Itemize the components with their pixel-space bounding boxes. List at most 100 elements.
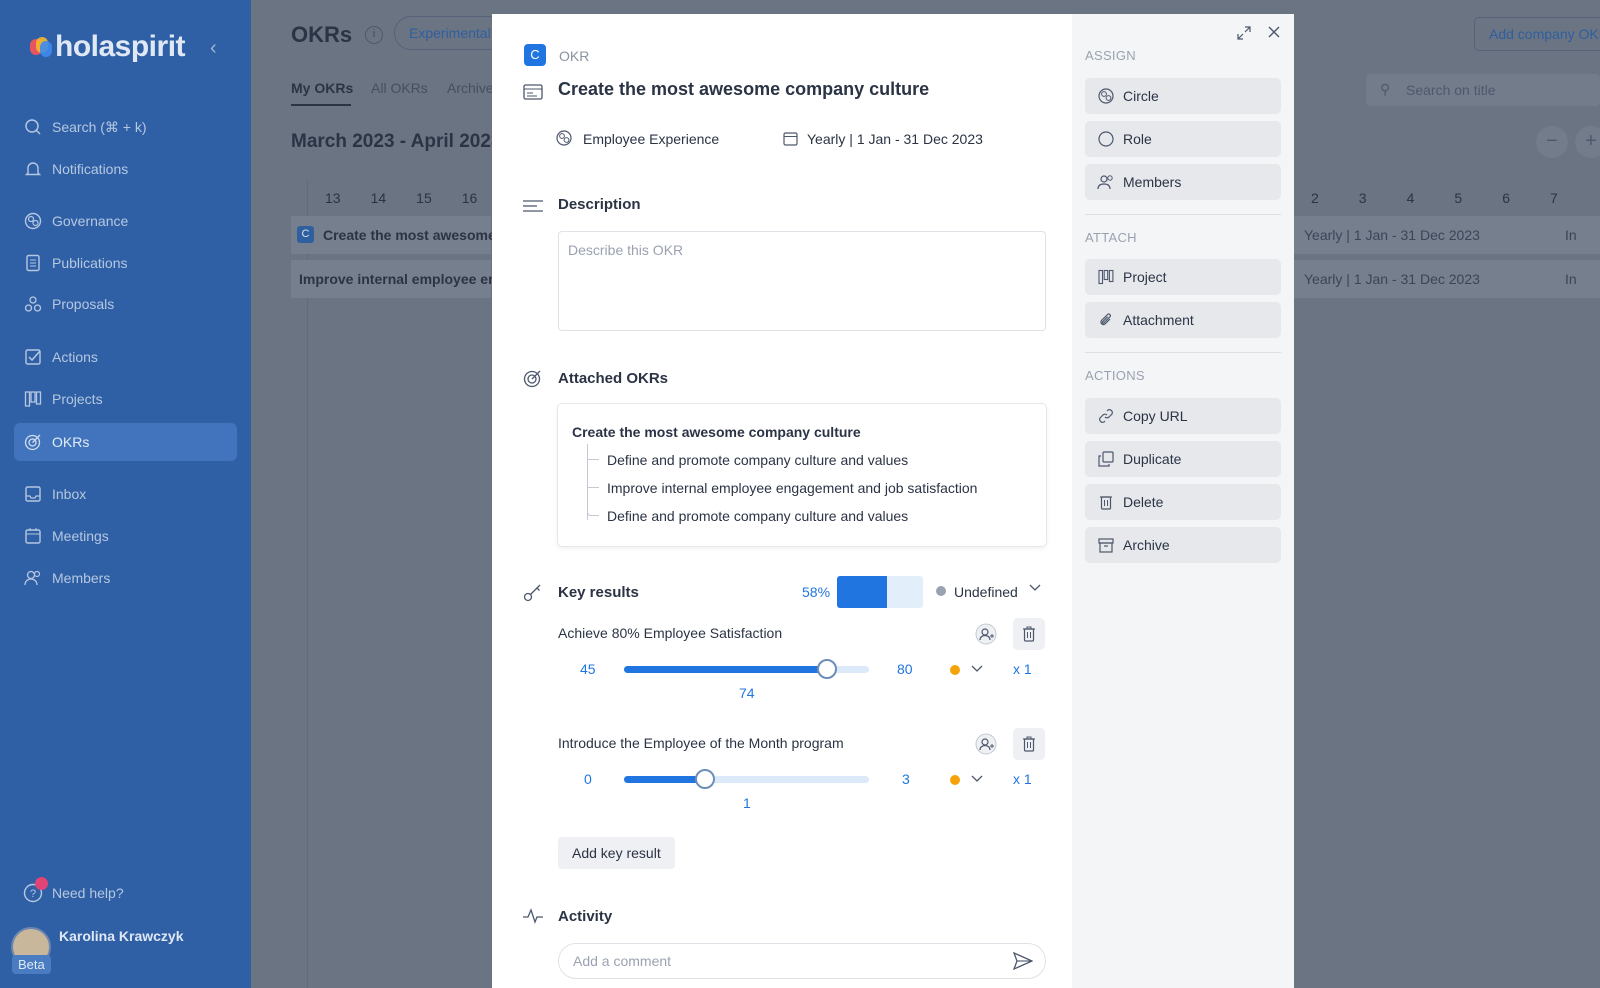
sidebar-item-actions[interactable]: Actions [14, 338, 237, 376]
button-label: Delete [1123, 494, 1164, 510]
kr-current-value[interactable]: 1 [743, 795, 751, 811]
sidebar-item-members[interactable]: Members [14, 559, 237, 597]
sidebar-item-okrs[interactable]: OKRs [14, 423, 237, 461]
sidebar-item-label: Actions [52, 349, 98, 365]
comment-input[interactable]: Add a comment [558, 943, 1046, 979]
chevron-down-icon[interactable] [970, 771, 984, 790]
tab-archive[interactable]: Archive [447, 80, 494, 96]
copy-url-button[interactable]: Copy URL [1085, 398, 1281, 434]
kr-start-value[interactable]: 0 [584, 771, 592, 787]
assign-role-button[interactable]: Role [1085, 121, 1281, 157]
trash-icon [1097, 493, 1115, 511]
assign-member-icon[interactable] [970, 728, 1002, 760]
button-label: Copy URL [1123, 408, 1188, 424]
sidebar-item-governance[interactable]: Governance [14, 202, 237, 240]
collapse-sidebar-icon[interactable]: ‹ [210, 37, 217, 60]
timeline-grid [307, 180, 497, 988]
add-key-result-button[interactable]: Add key result [558, 837, 675, 869]
close-icon[interactable] [1267, 25, 1281, 44]
archive-button[interactable]: Archive [1085, 527, 1281, 563]
kr-start-value[interactable]: 45 [580, 661, 596, 677]
sidebar-item-inbox[interactable]: Inbox [14, 475, 237, 513]
assign-members-button[interactable]: Members [1085, 164, 1281, 200]
activity-icon [521, 904, 545, 928]
button-label: Duplicate [1123, 451, 1182, 467]
kr-slider-knob[interactable] [694, 769, 715, 789]
tab-my-okrs[interactable]: My OKRs [291, 80, 353, 96]
members-icon [22, 567, 44, 589]
table-row[interactable]: Improve internal employee eng [291, 260, 505, 298]
table-row[interactable]: C Create the most awesome c [291, 216, 507, 254]
attached-okrs-tree: Create the most awesome company culture … [558, 404, 1046, 546]
search-input[interactable]: ⚲ Search on title [1366, 74, 1600, 106]
calendar-icon [22, 525, 44, 547]
attach-project-button[interactable]: Project [1085, 259, 1281, 295]
okr-period[interactable]: Yearly | 1 Jan - 31 Dec 2023 [807, 131, 983, 147]
sidebar-item-meetings[interactable]: Meetings [14, 517, 237, 555]
kr-slider-fill [624, 666, 828, 673]
sidebar-item-label: Inbox [52, 486, 87, 502]
kr-multiplier[interactable]: x 1 [1013, 771, 1032, 787]
assign-member-icon[interactable] [970, 618, 1002, 650]
description-icon [521, 194, 545, 218]
attach-attachment-button[interactable]: Attachment [1085, 302, 1281, 338]
status-select[interactable]: Undefined [954, 584, 1018, 600]
kr-current-value[interactable]: 74 [739, 685, 755, 701]
info-icon[interactable]: i [365, 26, 383, 44]
kr-slider-track[interactable] [624, 769, 869, 789]
attached-child-okr[interactable]: Define and promote company culture and v… [607, 508, 908, 524]
tree-branch [587, 510, 599, 516]
key-result-title[interactable]: Introduce the Employee of the Month prog… [558, 735, 844, 751]
sidebar-item-label: Notifications [52, 161, 129, 177]
okr-title[interactable]: Create the most awesome company culture [558, 79, 929, 100]
kr-slider-track[interactable] [624, 659, 869, 679]
bell-icon [22, 158, 44, 180]
active-tab-indicator [291, 104, 351, 106]
sidebar-item-publications[interactable]: Publications [14, 244, 237, 282]
sidebar-item-proposals[interactable]: Proposals [14, 285, 237, 323]
send-icon[interactable] [1012, 951, 1034, 975]
key-result-title[interactable]: Achieve 80% Employee Satisfaction [558, 625, 782, 641]
kanban-icon [22, 388, 44, 410]
notification-dot [35, 877, 48, 890]
kr-status-dot[interactable] [950, 665, 960, 675]
day-label: 7 [1549, 190, 1558, 206]
sidebar-item-search[interactable]: Search (⌘ + k) [14, 108, 237, 146]
button-label: Project [1123, 269, 1167, 285]
holaspirit-logo[interactable]: holaspirit [30, 30, 186, 64]
kr-multiplier[interactable]: x 1 [1013, 661, 1032, 677]
chevron-down-icon[interactable] [1028, 580, 1042, 597]
expand-icon[interactable] [1236, 25, 1252, 46]
user-name[interactable]: Karolina Krawczyk [59, 928, 184, 944]
paperclip-icon [1097, 311, 1115, 329]
okr-circle-name[interactable]: Employee Experience [583, 131, 719, 147]
kr-target-value[interactable]: 3 [902, 771, 910, 787]
add-company-okr-button[interactable]: Add company OKR [1474, 17, 1600, 51]
trash-icon[interactable] [1013, 728, 1045, 760]
kr-status-dot[interactable] [950, 775, 960, 785]
delete-button[interactable]: Delete [1085, 484, 1281, 520]
assign-circle-button[interactable]: Circle [1085, 78, 1281, 114]
experimental-pill[interactable]: Experimental [394, 16, 506, 50]
search-placeholder: Search on title [1406, 82, 1496, 98]
help-link[interactable]: ? Need help? [14, 874, 237, 912]
duplicate-icon [1097, 450, 1115, 468]
overall-progress-percent: 58% [802, 584, 831, 600]
chevron-down-icon[interactable] [970, 661, 984, 680]
description-placeholder: Describe this OKR [568, 242, 684, 258]
tree-branch [587, 487, 599, 488]
attached-child-okr[interactable]: Define and promote company culture and v… [607, 452, 908, 468]
description-input[interactable]: Describe this OKR [558, 231, 1046, 331]
sidebar-item-notifications[interactable]: Notifications [14, 150, 237, 188]
sidebar-item-projects[interactable]: Projects [14, 380, 237, 418]
trash-icon[interactable] [1013, 618, 1045, 650]
zoom-out-button[interactable]: − [1536, 126, 1568, 158]
kr-target-value[interactable]: 80 [897, 661, 913, 677]
zoom-in-button[interactable]: + [1575, 126, 1600, 158]
attached-child-okr[interactable]: Improve internal employee engagement and… [607, 480, 977, 496]
sidebar-item-label: Proposals [52, 296, 115, 312]
duplicate-button[interactable]: Duplicate [1085, 441, 1281, 477]
day-label: 2 [1311, 190, 1319, 206]
tab-all-okrs[interactable]: All OKRs [371, 80, 428, 96]
attached-root-okr[interactable]: Create the most awesome company culture [572, 424, 861, 440]
